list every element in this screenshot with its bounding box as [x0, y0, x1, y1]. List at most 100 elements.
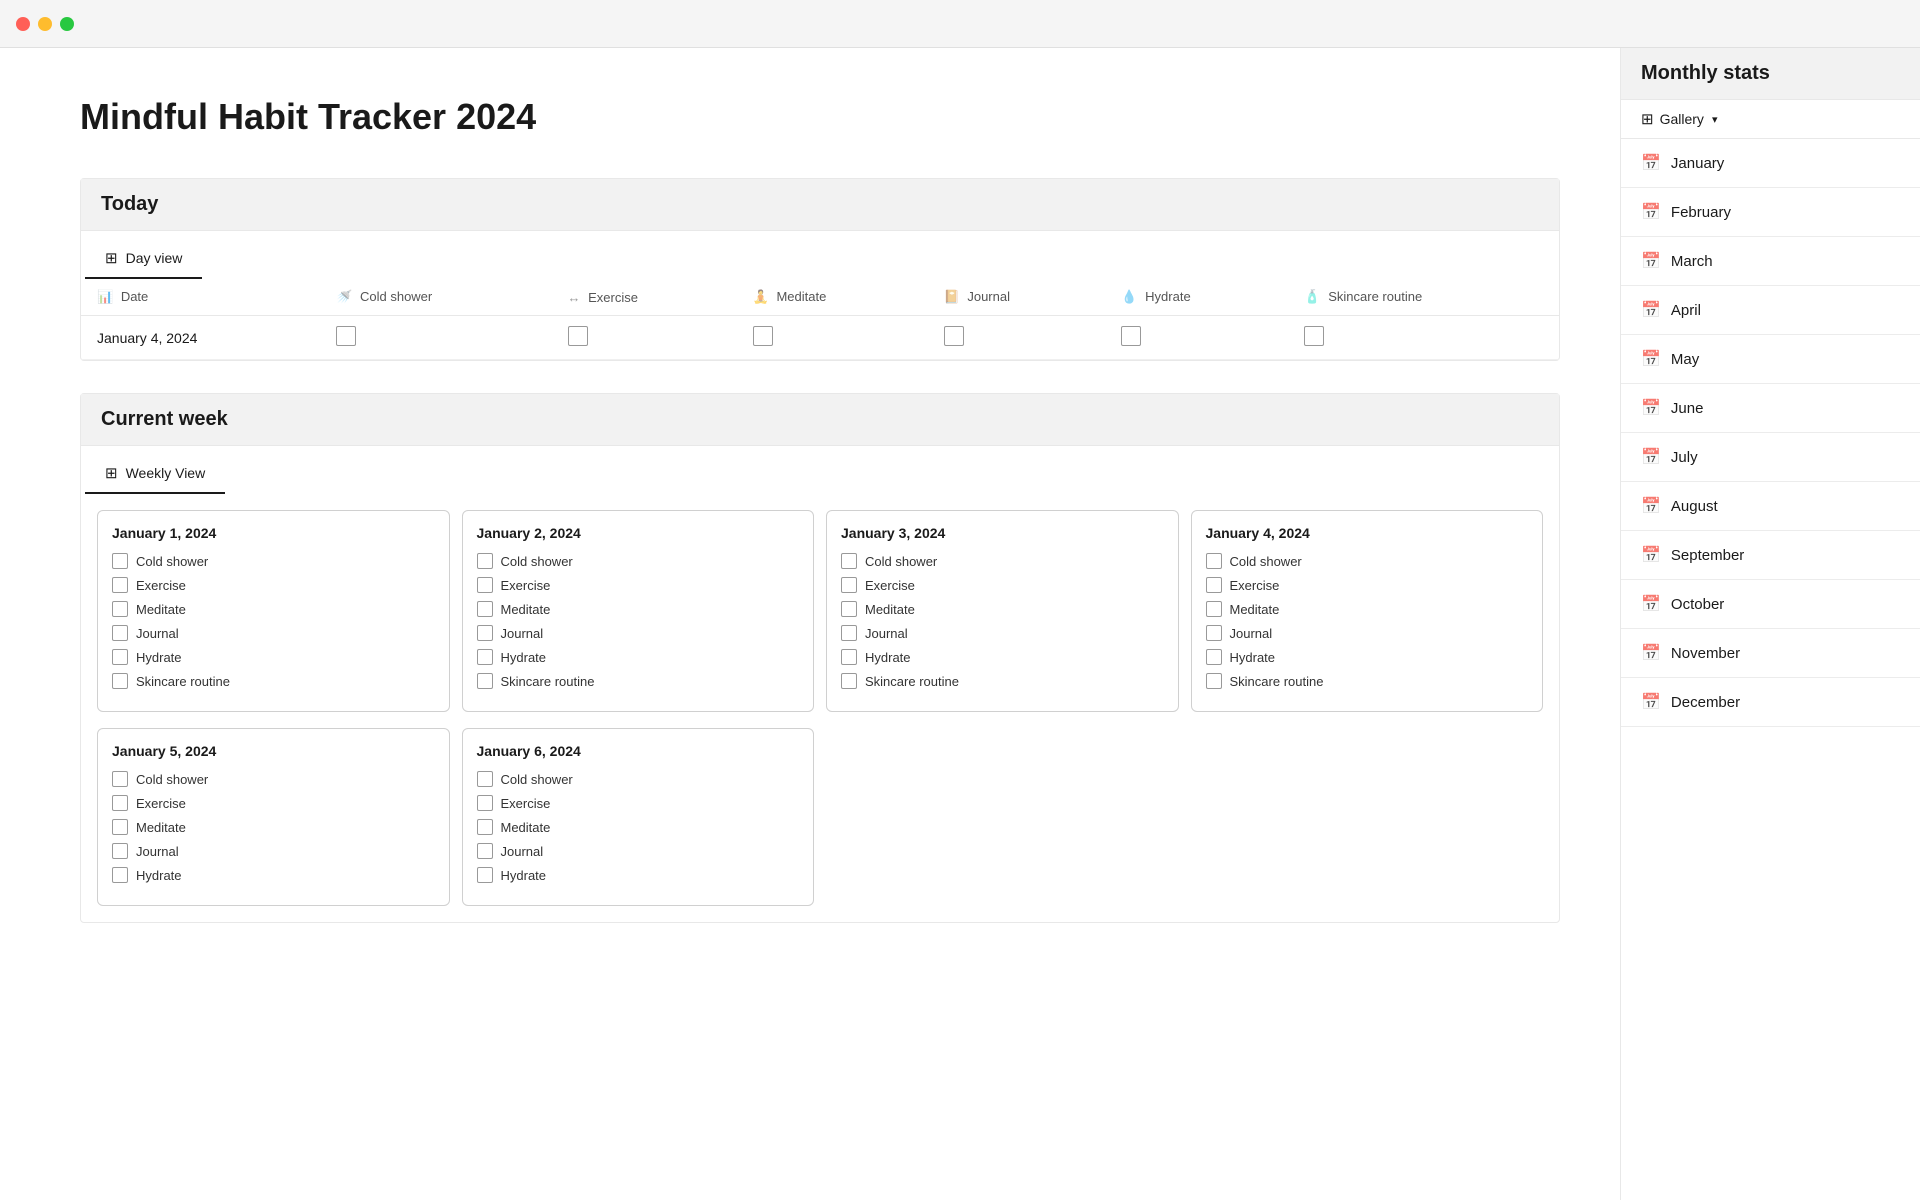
day3-hydrate-check[interactable]	[841, 649, 857, 665]
day1-journal-check[interactable]	[112, 625, 128, 641]
month-label-february: February	[1671, 204, 1731, 221]
month-label-may: May	[1671, 351, 1699, 368]
calendar-icon-september: 📅	[1641, 545, 1661, 565]
month-item-july[interactable]: 📅 July	[1621, 433, 1920, 482]
hydrate-check-today[interactable]	[1105, 316, 1288, 360]
month-item-december[interactable]: 📅 December	[1621, 678, 1920, 727]
day-card-jan5: January 5, 2024 Cold shower Exercise Med…	[97, 728, 450, 906]
month-label-november: November	[1671, 645, 1740, 662]
col-date: 📊 Date	[81, 279, 320, 316]
day6-journal-check[interactable]	[477, 843, 493, 859]
close-dot[interactable]	[16, 17, 30, 31]
month-item-march[interactable]: 📅 March	[1621, 237, 1920, 286]
page-title: Mindful Habit Tracker 2024	[80, 96, 1560, 138]
minimize-dot[interactable]	[38, 17, 52, 31]
month-item-september[interactable]: 📅 September	[1621, 531, 1920, 580]
day1-hydrate-check[interactable]	[112, 649, 128, 665]
day5-exercise: Exercise	[112, 795, 435, 811]
shower-icon: 🚿	[336, 289, 352, 304]
day2-hydrate-check[interactable]	[477, 649, 493, 665]
day1-cold-shower-check[interactable]	[112, 553, 128, 569]
day3-hydrate: Hydrate	[841, 649, 1164, 665]
months-list: 📅 January 📅 February 📅 March 📅 April 📅 M…	[1621, 139, 1920, 727]
col-skincare: 🧴 Skincare routine	[1288, 279, 1559, 316]
day5-meditate-check[interactable]	[112, 819, 128, 835]
month-item-april[interactable]: 📅 April	[1621, 286, 1920, 335]
day4-journal-check[interactable]	[1206, 625, 1222, 641]
day2-journal-check[interactable]	[477, 625, 493, 641]
col-cold-shower: 🚿 Cold shower	[320, 279, 551, 316]
cold-shower-check-today[interactable]	[320, 316, 551, 360]
month-item-february[interactable]: 📅 February	[1621, 188, 1920, 237]
month-label-august: August	[1671, 498, 1718, 515]
day5-journal-check[interactable]	[112, 843, 128, 859]
day3-skincare: Skincare routine	[841, 673, 1164, 689]
bar-chart-icon: 📊	[97, 289, 113, 304]
day6-exercise-check[interactable]	[477, 795, 493, 811]
gallery-label: Gallery	[1660, 111, 1704, 127]
skincare-check-today[interactable]	[1288, 316, 1559, 360]
day-card-jan2: January 2, 2024 Cold shower Exercise Med…	[462, 510, 815, 712]
day-view-toggle[interactable]: ⊞ Day view	[85, 239, 202, 279]
current-week-header: Current week	[81, 394, 1559, 446]
day5-exercise-check[interactable]	[112, 795, 128, 811]
day4-exercise-check[interactable]	[1206, 577, 1222, 593]
calendar-icon-july: 📅	[1641, 447, 1661, 467]
weekly-view-label: Weekly View	[126, 465, 206, 481]
day3-exercise-check[interactable]	[841, 577, 857, 593]
day5-hydrate-check[interactable]	[112, 867, 128, 883]
today-row: January 4, 2024	[81, 316, 1559, 360]
maximize-dot[interactable]	[60, 17, 74, 31]
day4-cold-shower: Cold shower	[1206, 553, 1529, 569]
day4-cold-shower-check[interactable]	[1206, 553, 1222, 569]
journal-check-today[interactable]	[928, 316, 1106, 360]
skincare-icon: 🧴	[1304, 289, 1320, 304]
day3-exercise: Exercise	[841, 577, 1164, 593]
day3-journal-check[interactable]	[841, 625, 857, 641]
day6-meditate: Meditate	[477, 819, 800, 835]
weekly-grid-row2: January 5, 2024 Cold shower Exercise Med…	[81, 728, 1559, 922]
month-item-august[interactable]: 📅 August	[1621, 482, 1920, 531]
day3-meditate-check[interactable]	[841, 601, 857, 617]
day-card-jan4: January 4, 2024 Cold shower Exercise Med…	[1191, 510, 1544, 712]
weekly-view-toggle[interactable]: ⊞ Weekly View	[85, 454, 225, 494]
day5-hydrate: Hydrate	[112, 867, 435, 883]
day4-hydrate-check[interactable]	[1206, 649, 1222, 665]
exercise-check-today[interactable]	[552, 316, 737, 360]
day6-hydrate-check[interactable]	[477, 867, 493, 883]
gallery-toggle[interactable]: ⊞ Gallery ▾	[1621, 100, 1920, 139]
day2-exercise-check[interactable]	[477, 577, 493, 593]
day4-meditate: Meditate	[1206, 601, 1529, 617]
day6-meditate-check[interactable]	[477, 819, 493, 835]
meditate-check-today[interactable]	[737, 316, 928, 360]
today-header: Today	[81, 179, 1559, 231]
day3-skincare-check[interactable]	[841, 673, 857, 689]
day5-cold-shower: Cold shower	[112, 771, 435, 787]
month-item-january[interactable]: 📅 January	[1621, 139, 1920, 188]
month-label-june: June	[1671, 400, 1704, 417]
day5-journal: Journal	[112, 843, 435, 859]
day2-meditate-check[interactable]	[477, 601, 493, 617]
day4-meditate-check[interactable]	[1206, 601, 1222, 617]
calendar-icon-may: 📅	[1641, 349, 1661, 369]
hydrate-icon: 💧	[1121, 289, 1137, 304]
day6-hydrate: Hydrate	[477, 867, 800, 883]
day6-cold-shower-check[interactable]	[477, 771, 493, 787]
day6-cold-shower: Cold shower	[477, 771, 800, 787]
day2-skincare-check[interactable]	[477, 673, 493, 689]
journal-icon: 📔	[944, 289, 960, 304]
day1-exercise-check[interactable]	[112, 577, 128, 593]
day2-cold-shower-check[interactable]	[477, 553, 493, 569]
day1-skincare-check[interactable]	[112, 673, 128, 689]
day3-cold-shower-check[interactable]	[841, 553, 857, 569]
day1-hydrate: Hydrate	[112, 649, 435, 665]
day6-title: January 6, 2024	[477, 743, 800, 759]
day4-skincare-check[interactable]	[1206, 673, 1222, 689]
titlebar	[0, 0, 1920, 48]
day5-cold-shower-check[interactable]	[112, 771, 128, 787]
month-item-may[interactable]: 📅 May	[1621, 335, 1920, 384]
month-item-october[interactable]: 📅 October	[1621, 580, 1920, 629]
day1-meditate-check[interactable]	[112, 601, 128, 617]
month-item-november[interactable]: 📅 November	[1621, 629, 1920, 678]
month-item-june[interactable]: 📅 June	[1621, 384, 1920, 433]
